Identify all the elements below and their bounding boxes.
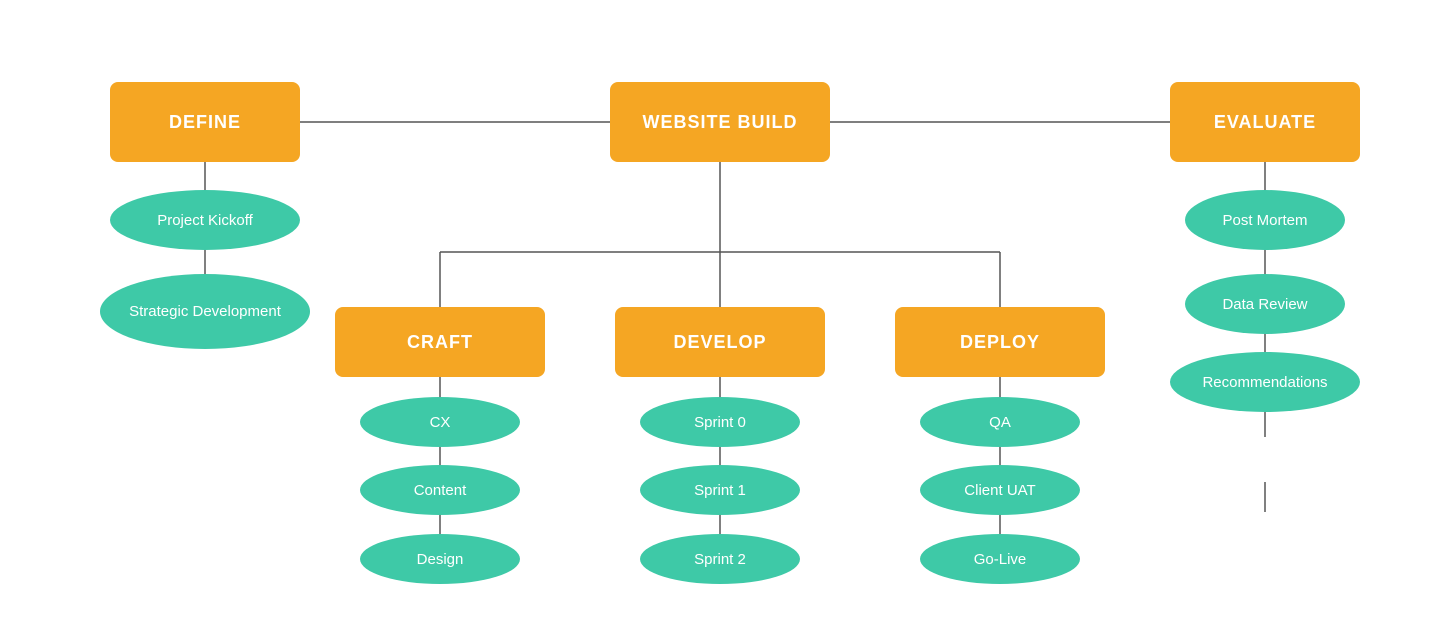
- craft-node: CRAFT: [335, 307, 545, 377]
- go-live-node: Go-Live: [920, 534, 1080, 584]
- website-build-node: WEBSITE BUILD: [610, 82, 830, 162]
- develop-node: DEVELOP: [615, 307, 825, 377]
- sprint0-node: Sprint 0: [640, 397, 800, 447]
- data-review-node: Data Review: [1185, 274, 1345, 334]
- diagram: WEBSITE BUILD DEFINE EVALUATE CRAFT DEVE…: [50, 22, 1390, 602]
- qa-node: QA: [920, 397, 1080, 447]
- content-node: Content: [360, 465, 520, 515]
- define-node: DEFINE: [110, 82, 300, 162]
- recommendations-node: Recommendations: [1170, 352, 1360, 412]
- deploy-node: DEPLOY: [895, 307, 1105, 377]
- cx-node: CX: [360, 397, 520, 447]
- sprint2-node: Sprint 2: [640, 534, 800, 584]
- strategic-development-node: Strategic Development: [100, 274, 310, 349]
- evaluate-node: EVALUATE: [1170, 82, 1360, 162]
- sprint1-node: Sprint 1: [640, 465, 800, 515]
- post-mortem-node: Post Mortem: [1185, 190, 1345, 250]
- project-kickoff-node: Project Kickoff: [110, 190, 300, 250]
- design-node: Design: [360, 534, 520, 584]
- client-uat-node: Client UAT: [920, 465, 1080, 515]
